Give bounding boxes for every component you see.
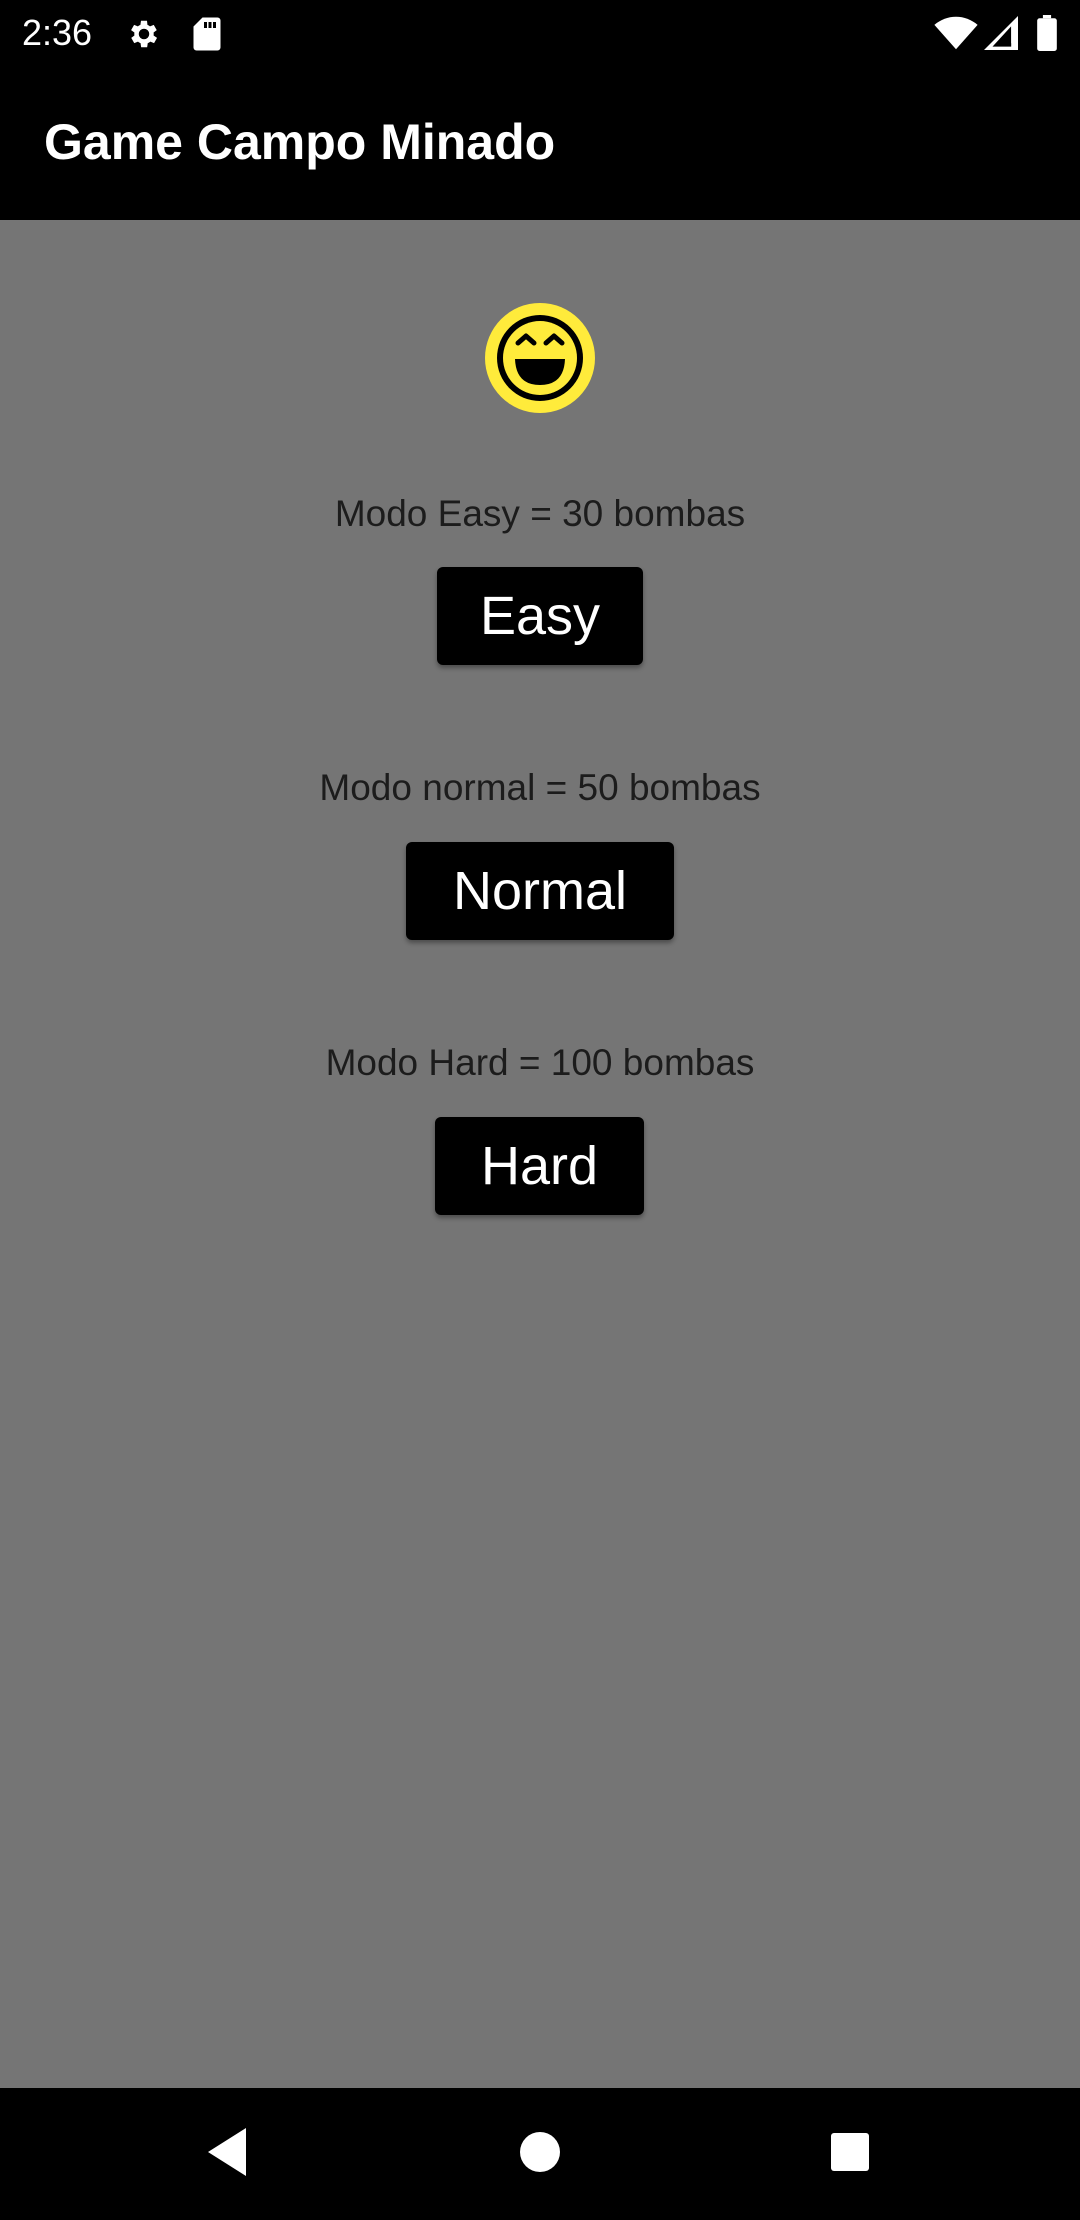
signal-icon: [984, 15, 1018, 56]
app-bar: Game Campo Minado: [0, 66, 1080, 220]
sd-card-icon: [192, 16, 222, 57]
wifi-icon: [934, 15, 978, 56]
status-bar: 2:36: [0, 0, 1080, 66]
hard-button[interactable]: Hard: [435, 1117, 644, 1215]
status-time: 2:36: [22, 12, 93, 53]
hard-mode-description: Modo Hard = 100 bombas: [325, 1042, 755, 1083]
gear-icon: [126, 16, 162, 57]
normal-button[interactable]: Normal: [406, 842, 674, 940]
grinning-face-icon: [485, 303, 595, 413]
home-icon[interactable]: [518, 2126, 562, 2183]
recents-icon[interactable]: [828, 2126, 872, 2183]
mode-selection-screen: Modo Easy = 30 bombas Easy Modo normal =…: [0, 220, 1080, 2088]
navigation-bar: [0, 2088, 1080, 2220]
battery-icon: [1036, 15, 1058, 56]
app-title: Game Campo Minado: [44, 114, 556, 170]
normal-mode-description: Modo normal = 50 bombas: [319, 767, 761, 808]
easy-mode-description: Modo Easy = 30 bombas: [334, 493, 746, 534]
easy-button[interactable]: Easy: [437, 567, 643, 665]
back-icon[interactable]: [204, 2126, 248, 2183]
